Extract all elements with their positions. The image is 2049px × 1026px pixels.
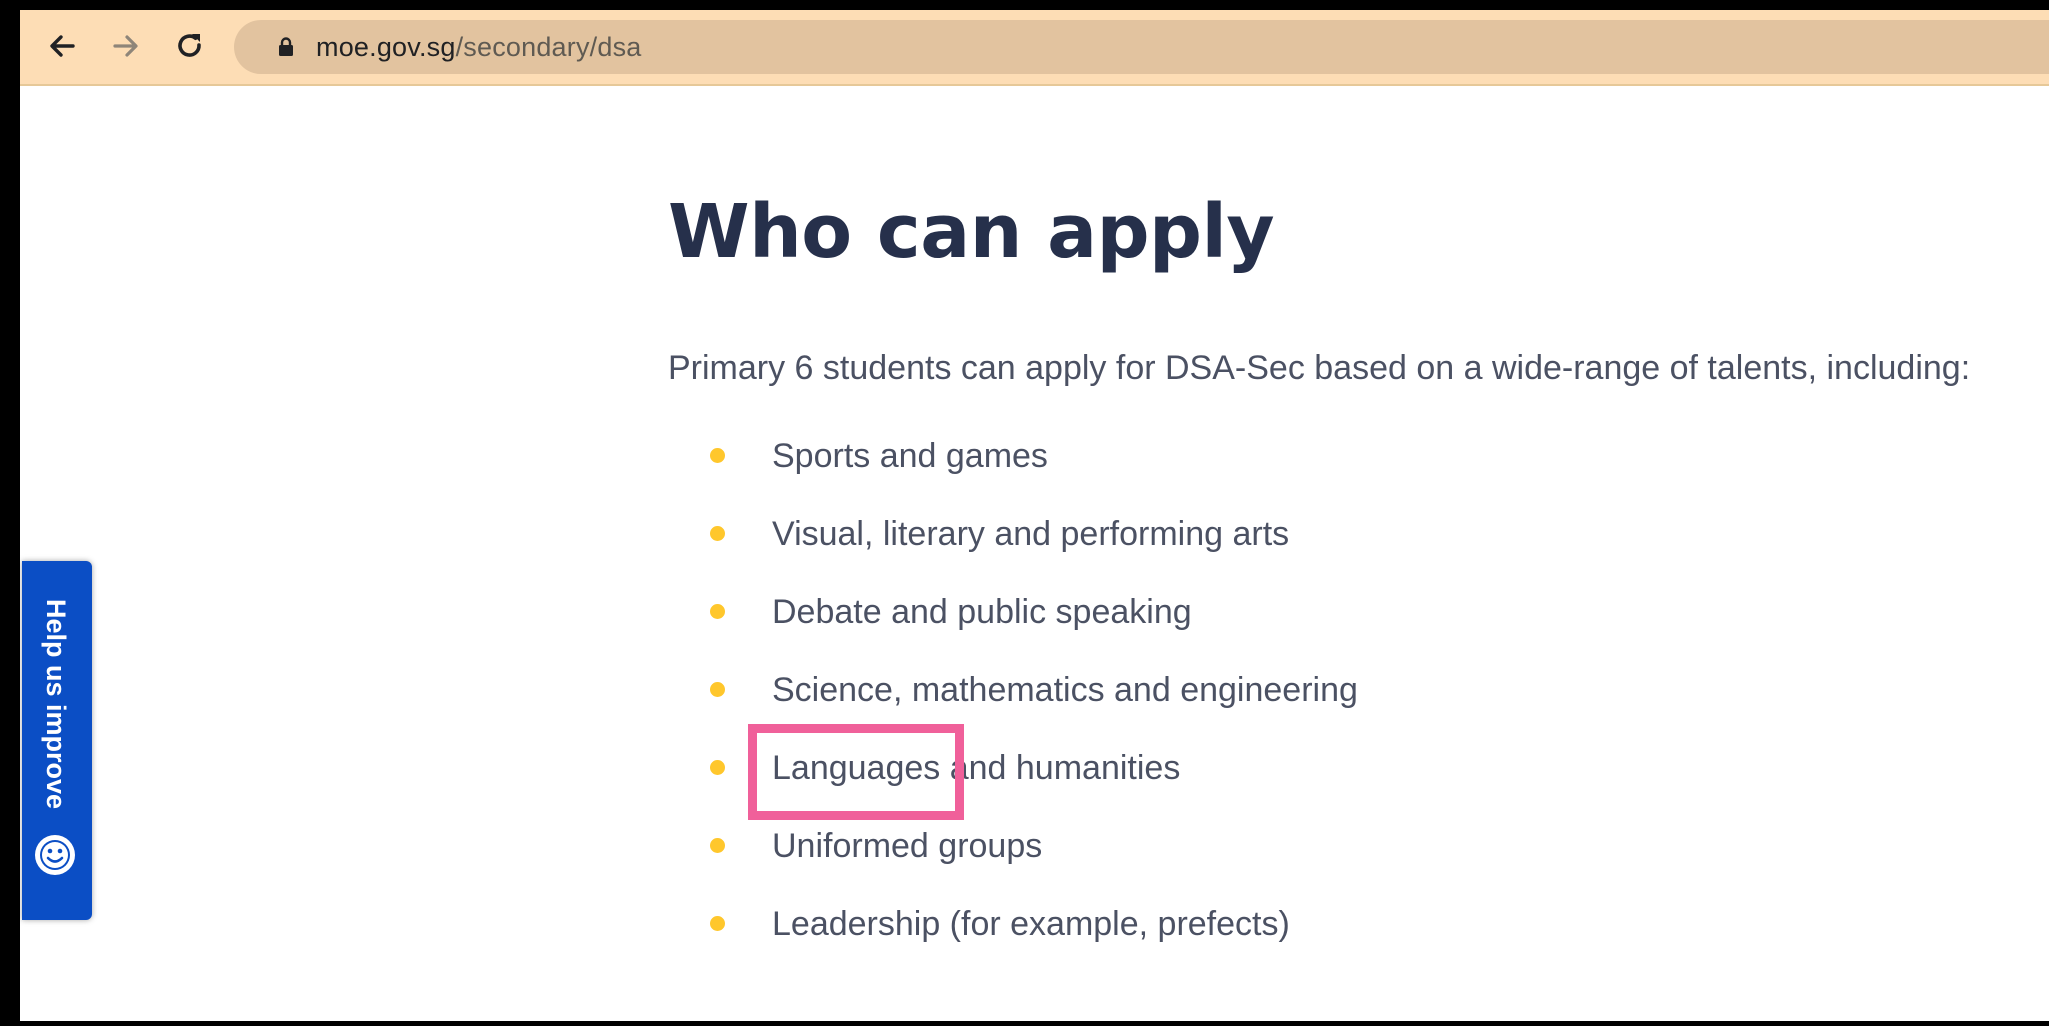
bullet-dot [710, 682, 725, 697]
url-text: moe.gov.sg/secondary/dsa [316, 32, 642, 63]
list-item-text: Leadership (for example, prefects) [772, 905, 1290, 943]
list-item: Visual, literary and performing arts [668, 510, 1968, 558]
bullet-dot [710, 838, 725, 853]
bullet-dot [710, 760, 725, 775]
bullet-dot [710, 526, 725, 541]
list-item: Leadership (for example, prefects) [668, 900, 1968, 948]
window-frame-bottom [0, 1021, 2049, 1026]
reload-button[interactable] [168, 24, 212, 68]
list-item: Uniformed groups [668, 822, 1968, 870]
bullet-dot [710, 604, 725, 619]
list-item-text: Debate and public speaking [772, 593, 1192, 631]
list-item: Science, mathematics and engineering [668, 666, 1968, 714]
list-item-text: Visual, literary and performing arts [772, 515, 1290, 553]
bullet-dot [710, 916, 725, 931]
list-item-text: Science, mathematics and engineering [772, 671, 1358, 709]
browser-toolbar: moe.gov.sg/secondary/dsa [20, 10, 2049, 86]
list-item: Sports and games [668, 432, 1968, 480]
back-button[interactable] [40, 24, 84, 68]
lock-icon [279, 37, 293, 56]
feedback-label: Help us improve [41, 599, 71, 810]
forward-button[interactable] [104, 24, 148, 68]
arrow-left-icon [50, 35, 75, 57]
list-item: Debate and public speaking [668, 588, 1968, 636]
list-item-text: Uniformed groups [772, 827, 1043, 865]
bullet-dot [710, 448, 725, 463]
window-frame-left [0, 0, 20, 1026]
arrow-right-icon [113, 35, 138, 57]
help-us-improve-tab[interactable]: Help us improve [22, 561, 92, 920]
list-item-text: Sports and games [772, 437, 1048, 475]
url-path: /secondary/dsa [455, 31, 642, 62]
list-item: Languages and humanities [668, 744, 1968, 792]
intro-text: Primary 6 students can apply for DSA-Sec… [668, 349, 1971, 387]
page-title: Who can apply [668, 189, 1275, 275]
address-bar[interactable]: moe.gov.sg/secondary/dsa [234, 20, 2049, 74]
window-frame-top [0, 0, 2049, 10]
smiley-icon [35, 835, 75, 875]
reload-icon [178, 34, 201, 57]
list-item-text: Languages and humanities [772, 749, 1181, 787]
url-host: moe.gov.sg [316, 31, 456, 62]
